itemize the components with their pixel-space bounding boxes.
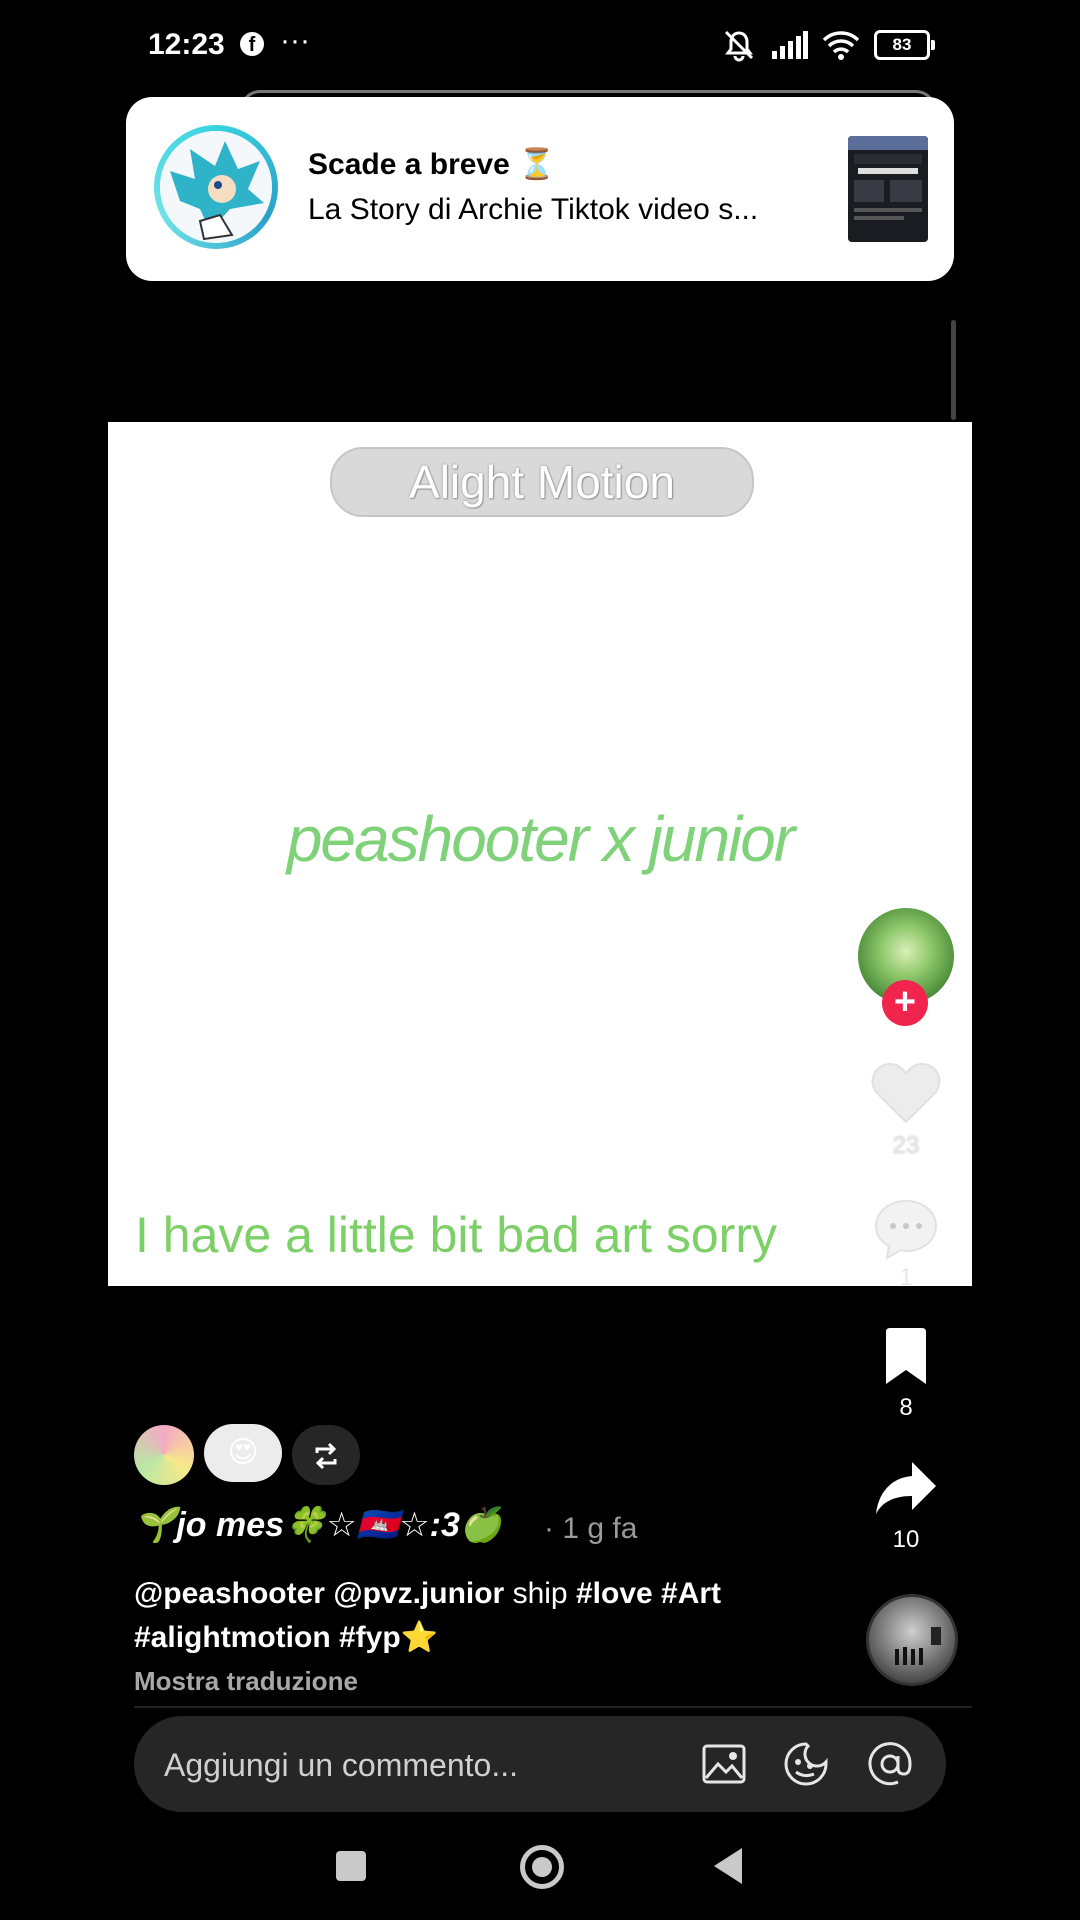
save-count: 8 bbox=[899, 1394, 913, 1421]
back-button[interactable] bbox=[714, 1848, 742, 1884]
like-count: 23 bbox=[892, 1132, 920, 1159]
more-notifications-icon: ··· bbox=[280, 24, 310, 57]
recent-apps-button[interactable] bbox=[336, 1851, 366, 1881]
repost-button[interactable] bbox=[292, 1425, 360, 1485]
post-time: · 1 g fa bbox=[544, 1512, 638, 1545]
status-time: 12:23 bbox=[148, 28, 225, 61]
app-watermark: Alight Motion bbox=[330, 447, 754, 517]
image-icon[interactable] bbox=[700, 1740, 748, 1788]
story-expiring-notification[interactable]: Scade a breve ⏳ La Story di Archie Tikto… bbox=[126, 97, 954, 281]
mention-link[interactable]: @peashooter bbox=[134, 1577, 325, 1610]
comment-button[interactable] bbox=[858, 1198, 954, 1265]
share-count: 10 bbox=[892, 1526, 920, 1553]
original-audio-disc[interactable] bbox=[866, 1594, 958, 1686]
post-caption: @peashooter @pvz.junior ship #love #Art … bbox=[134, 1572, 834, 1660]
follow-plus-icon[interactable]: + bbox=[882, 980, 928, 1026]
reaction-bubble[interactable]: 😍 bbox=[204, 1424, 282, 1482]
hashtag-link[interactable]: #Art bbox=[661, 1577, 721, 1610]
reactor-avatar[interactable] bbox=[134, 1425, 194, 1485]
bookmark-icon bbox=[886, 1328, 926, 1384]
notification-avatar bbox=[154, 125, 278, 249]
scroll-indicator[interactable] bbox=[951, 320, 956, 420]
share-button[interactable] bbox=[858, 1460, 954, 1521]
mute-icon bbox=[724, 30, 754, 62]
comment-bar bbox=[134, 1716, 946, 1814]
hashtag-link[interactable]: #fyp⭐ bbox=[339, 1621, 438, 1654]
show-translation-link[interactable]: Mostra traduzione bbox=[134, 1666, 358, 1697]
video-caption-text: I have a little bit bad art sorry bbox=[135, 1207, 777, 1263]
mention-icon[interactable] bbox=[866, 1740, 914, 1788]
status-icons: 83 bbox=[722, 28, 935, 62]
battery-icon: 83 bbox=[874, 30, 935, 60]
video-player[interactable]: Alight Motion peashooter x junior I have… bbox=[108, 422, 972, 1286]
comment-bubble-icon bbox=[874, 1199, 938, 1260]
share-arrow-icon bbox=[876, 1462, 936, 1514]
like-button[interactable] bbox=[858, 1062, 954, 1129]
mention-link[interactable]: @pvz.junior bbox=[333, 1577, 504, 1610]
hashtag-link[interactable]: #love bbox=[576, 1577, 653, 1610]
divider bbox=[134, 1706, 972, 1708]
facebook-icon: f bbox=[240, 32, 264, 56]
notification-title: Scade a breve ⏳ bbox=[308, 148, 556, 181]
save-button[interactable] bbox=[858, 1328, 954, 1389]
notification-thumbnail bbox=[848, 136, 928, 242]
comment-input[interactable] bbox=[162, 1716, 666, 1814]
sonic-avatar-image bbox=[160, 131, 272, 243]
comment-count: 1 bbox=[899, 1264, 913, 1291]
sticker-icon[interactable] bbox=[782, 1740, 830, 1788]
creator-username[interactable]: 🌱jo mes🍀☆🇰🇭☆:3🍏 bbox=[134, 1505, 502, 1545]
signal-icon bbox=[772, 31, 808, 59]
repost-icon bbox=[315, 1443, 337, 1470]
wifi-icon bbox=[822, 31, 860, 60]
notification-text: La Story di Archie Tiktok video s... bbox=[308, 193, 759, 226]
hashtag-link[interactable]: #alightmotion bbox=[134, 1621, 331, 1654]
caption-text: ship bbox=[512, 1577, 568, 1610]
audio-thumbnail bbox=[895, 1627, 941, 1665]
home-button[interactable] bbox=[520, 1845, 564, 1889]
heart-icon bbox=[871, 1062, 941, 1124]
video-title-text: peashooter x junior bbox=[286, 803, 795, 875]
